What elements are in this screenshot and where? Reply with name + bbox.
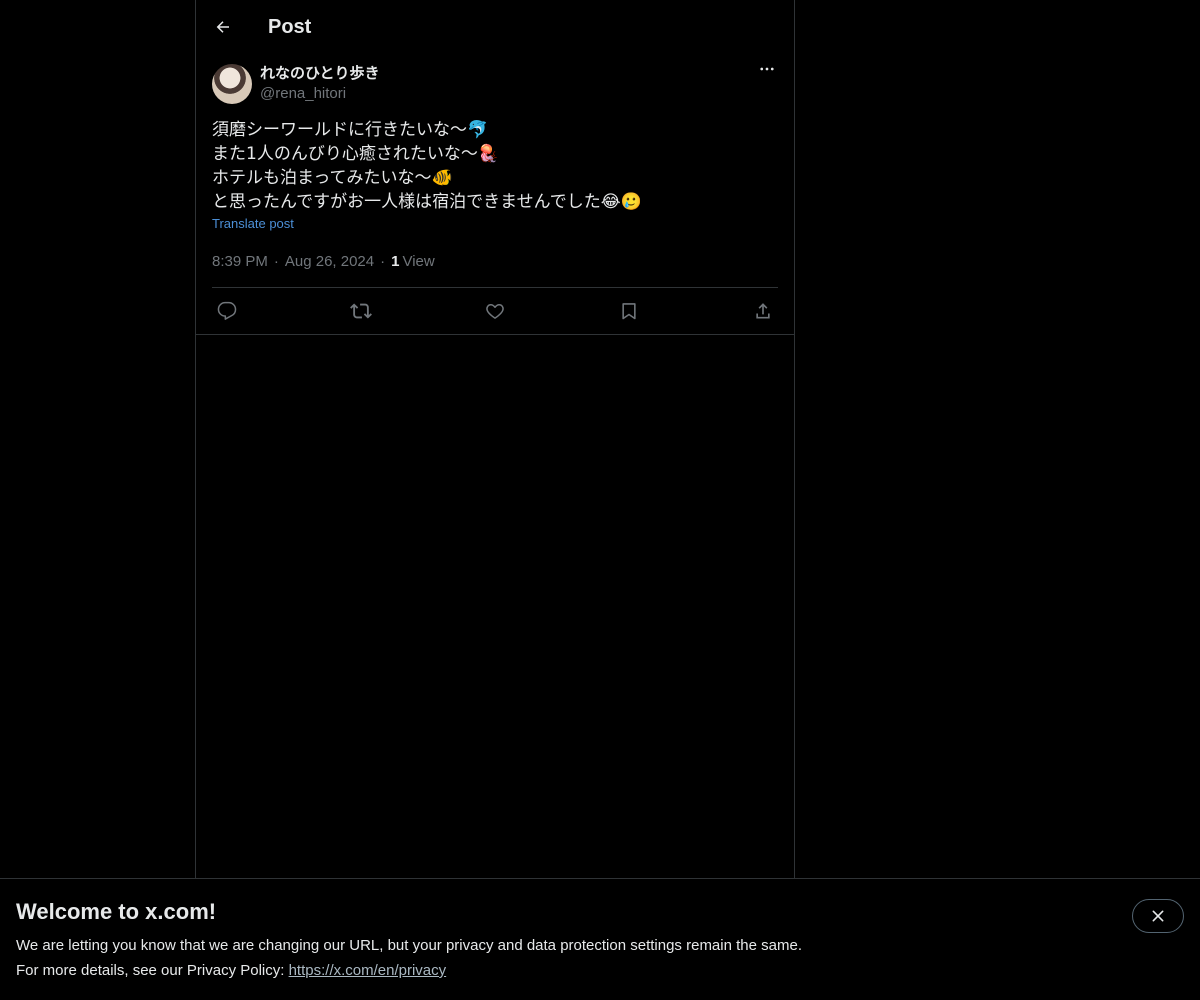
more-options-button[interactable] (756, 58, 778, 80)
translate-post-link[interactable]: Translate post (212, 216, 294, 231)
more-horizontal-icon (758, 60, 776, 78)
repost-button[interactable] (350, 300, 372, 322)
bookmark-button[interactable] (618, 300, 640, 322)
privacy-policy-link[interactable]: https://x.com/en/privacy (289, 962, 447, 979)
post-text-line: 須磨シーワールドに行きたいな〜🐬 (212, 120, 489, 140)
author-handle[interactable]: @rena_hitori (260, 84, 380, 104)
banner-privacy-line: For more details, see our Privacy Policy… (16, 962, 446, 979)
author-row: れなのひとり歩き @rena_hitori (212, 54, 778, 114)
meta-separator: · (273, 252, 279, 270)
views-count: 1 (391, 252, 400, 270)
author-info: れなのひとり歩き @rena_hitori (260, 64, 380, 104)
bookmark-icon (619, 301, 639, 321)
post-text-line: また1人のんびり心癒されたいな〜🪼 (212, 144, 499, 164)
post: れなのひとり歩き @rena_hitori 須磨シーワールドに行きたいな〜🐬 ま… (196, 54, 794, 335)
post-text-line: ホテルも泊まってみたいな〜🐠 (212, 168, 453, 188)
post-text-line: と思ったんですがお一人様は宿泊できませんでした😂🥲 (212, 192, 642, 212)
main-column: Post れなのひとり歩き @rena_hitori 須磨シーワールドに行きたい… (195, 0, 795, 878)
post-meta: 8:39 PM · Aug 26, 2024 · 1 View (212, 251, 778, 288)
header: Post (196, 0, 794, 54)
close-icon (1150, 908, 1166, 924)
banner-privacy-prefix: For more details, see our Privacy Policy… (16, 962, 289, 979)
post-text: 須磨シーワールドに行きたいな〜🐬 また1人のんびり心癒されたいな〜🪼 ホテルも泊… (212, 118, 778, 214)
close-banner-button[interactable] (1132, 899, 1184, 933)
post-time[interactable]: 8:39 PM (212, 253, 268, 270)
page-title: Post (268, 15, 312, 38)
share-icon (753, 301, 773, 321)
share-button[interactable] (752, 300, 774, 322)
arrow-left-icon (214, 18, 232, 36)
action-bar (212, 288, 778, 334)
reply-icon (217, 301, 237, 321)
repost-icon (350, 300, 372, 322)
banner-message: We are letting you know that we are chan… (16, 937, 802, 954)
banner-title: Welcome to x.com! (16, 899, 217, 924)
reply-button[interactable] (216, 300, 238, 322)
views-label: View (402, 252, 435, 270)
author-display-name[interactable]: れなのひとり歩き (260, 64, 380, 84)
welcome-banner: Welcome to x.com! We are letting you kno… (0, 878, 1200, 1000)
like-button[interactable] (484, 300, 506, 322)
meta-separator: · (380, 252, 386, 270)
back-button[interactable] (212, 16, 234, 38)
avatar[interactable] (212, 64, 252, 104)
like-icon (485, 301, 505, 321)
post-date[interactable]: Aug 26, 2024 (285, 253, 374, 270)
